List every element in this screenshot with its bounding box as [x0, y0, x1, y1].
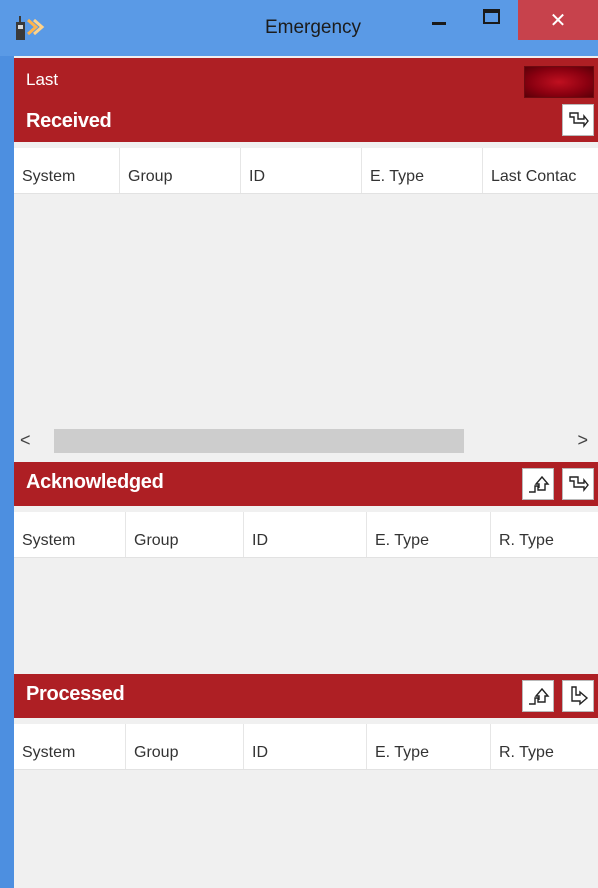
emergency-window: Emergency ✕ Last Received System Group I… [0, 0, 598, 888]
move-back-icon [571, 686, 589, 706]
processed-title: Processed [26, 683, 125, 705]
column-header[interactable]: E. Type [367, 724, 491, 769]
maximize-icon [483, 9, 500, 24]
move-down-icon [569, 476, 589, 492]
column-header[interactable]: System [14, 512, 126, 557]
client-area: Last Received System Group ID E. Type La… [14, 56, 598, 888]
received-horizontal-scrollbar[interactable]: < > [14, 426, 598, 456]
column-header[interactable]: Group [126, 724, 244, 769]
received-title: Received [26, 110, 112, 132]
column-header[interactable]: Group [120, 148, 241, 193]
acknowledged-move-up-button[interactable] [522, 468, 554, 500]
processed-header-band: Processed [14, 674, 598, 718]
received-header-band: Last Received [14, 58, 598, 142]
received-move-down-button[interactable] [562, 104, 594, 136]
title-bar[interactable]: Emergency ✕ [0, 0, 598, 56]
acknowledged-table-body[interactable] [14, 558, 598, 674]
column-header[interactable]: E. Type [367, 512, 491, 557]
last-label: Last [26, 70, 59, 89]
column-header[interactable]: E. Type [362, 148, 483, 193]
acknowledged-table-header: System Group ID E. Type R. Type [14, 512, 598, 558]
column-header[interactable]: Last Contac [483, 148, 598, 193]
processed-move-back-button[interactable] [562, 680, 594, 712]
acknowledged-header-band: Acknowledged [14, 462, 598, 506]
scrollbar-thumb[interactable] [54, 429, 464, 453]
status-led [524, 66, 594, 98]
column-header[interactable]: System [14, 148, 120, 193]
processed-table-body[interactable] [14, 770, 598, 888]
column-header[interactable]: ID [244, 512, 367, 557]
received-table-header: System Group ID E. Type Last Contac [14, 148, 598, 194]
column-header[interactable]: R. Type [491, 512, 598, 557]
processed-table-header: System Group ID E. Type R. Type [14, 724, 598, 770]
close-button[interactable]: ✕ [518, 0, 598, 40]
processed-move-up-button[interactable] [522, 680, 554, 712]
acknowledged-title: Acknowledged [26, 471, 164, 493]
move-up-icon [529, 475, 550, 493]
move-up-icon [529, 687, 550, 705]
column-header[interactable]: System [14, 724, 126, 769]
close-icon: ✕ [549, 9, 567, 32]
minimize-button[interactable] [420, 0, 460, 42]
received-table-body[interactable] [14, 194, 598, 426]
column-header[interactable]: R. Type [491, 724, 598, 769]
column-header[interactable]: ID [241, 148, 362, 193]
maximize-button[interactable] [473, 0, 513, 42]
column-header[interactable]: Group [126, 512, 244, 557]
column-header[interactable]: ID [244, 724, 367, 769]
acknowledged-move-down-button[interactable] [562, 468, 594, 500]
minimize-icon [432, 22, 446, 25]
move-down-icon [569, 112, 589, 128]
scroll-right-icon[interactable]: > [577, 430, 588, 451]
scroll-left-icon[interactable]: < [20, 430, 31, 451]
